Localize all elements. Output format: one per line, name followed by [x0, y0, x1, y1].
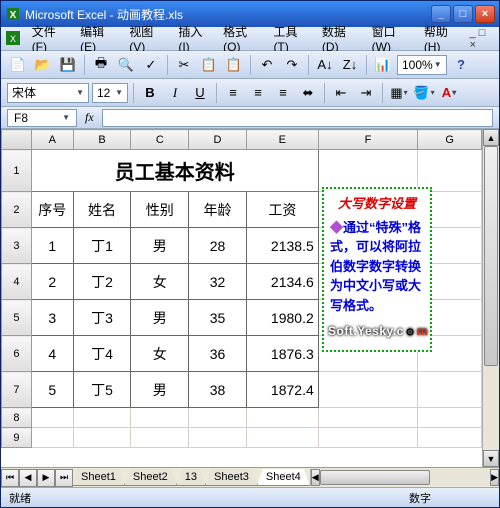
excel-doc-icon: X: [5, 30, 22, 48]
redo-button[interactable]: ↷: [281, 54, 303, 76]
sheet-tab[interactable]: Sheet3: [205, 469, 258, 486]
sort-asc-button[interactable]: A↓: [314, 54, 336, 76]
tip-body: ◆通过“特殊”格式，可以将阿拉伯数字数字转换为中文小写或大写格式。: [330, 218, 424, 316]
tab-first-button[interactable]: ⏮: [1, 469, 19, 487]
zoom-select[interactable]: 100%▼: [397, 55, 447, 75]
formula-bar[interactable]: [102, 109, 493, 127]
vertical-scrollbar[interactable]: ▲ ▼: [482, 129, 499, 467]
col-header[interactable]: D: [189, 130, 247, 150]
fill-color-button[interactable]: 🪣▾: [413, 82, 435, 104]
svg-text:X: X: [10, 34, 16, 44]
close-button[interactable]: ×: [475, 5, 495, 23]
row-header[interactable]: 7: [2, 372, 32, 408]
font-name-select[interactable]: 宋体▼: [7, 83, 89, 103]
scroll-thumb[interactable]: [484, 146, 498, 366]
font-color-button[interactable]: A▾: [438, 82, 460, 104]
indent-dec-button[interactable]: ⇤: [330, 82, 352, 104]
row-header[interactable]: 6: [2, 336, 32, 372]
paste-button[interactable]: 📋: [223, 54, 245, 76]
spell-button[interactable]: ✓: [140, 54, 162, 76]
tab-prev-button[interactable]: ◀: [19, 469, 37, 487]
help-button[interactable]: ?: [450, 54, 472, 76]
scroll-down-button[interactable]: ▼: [483, 450, 499, 467]
merge-button[interactable]: ⬌: [297, 82, 319, 104]
tab-next-button[interactable]: ▶: [37, 469, 55, 487]
scroll-right-button[interactable]: ▶: [490, 469, 499, 486]
col-header[interactable]: E: [246, 130, 318, 150]
formula-bar-row: F8▼ fx: [1, 107, 499, 129]
fx-button[interactable]: fx: [81, 110, 98, 125]
scroll-left-button[interactable]: ◀: [311, 469, 320, 486]
new-button[interactable]: 📄: [7, 54, 29, 76]
worksheet-area: A B C D E F G 1 员工基本资料 2 序号 姓名 性别: [1, 129, 499, 467]
col-header[interactable]: B: [73, 130, 131, 150]
horizontal-scrollbar[interactable]: ◀ ▶: [310, 469, 499, 486]
watermark: Soft.Yesky.c⊙m: [328, 324, 428, 339]
open-button[interactable]: 📂: [32, 54, 54, 76]
status-right: 数字: [409, 490, 491, 506]
sheet-tab-active[interactable]: Sheet4: [257, 469, 310, 486]
underline-button[interactable]: U: [189, 82, 211, 104]
bold-button[interactable]: B: [139, 82, 161, 104]
name-box[interactable]: F8▼: [7, 109, 77, 127]
svg-text:X: X: [10, 10, 17, 21]
undo-button[interactable]: ↶: [256, 54, 278, 76]
select-all-corner[interactable]: [2, 130, 32, 150]
align-left-button[interactable]: ≡: [222, 82, 244, 104]
tab-last-button[interactable]: ⏭: [55, 469, 73, 487]
app-icon: X: [5, 6, 21, 22]
italic-button[interactable]: I: [164, 82, 186, 104]
sheet-tabs-bar: ⏮ ◀ ▶ ⏭ Sheet1 Sheet2 13 Sheet3 Sheet4 ◀…: [1, 467, 499, 487]
font-size-select[interactable]: 12▼: [92, 83, 128, 103]
row-header[interactable]: 3: [2, 228, 32, 264]
save-button[interactable]: 💾: [57, 54, 79, 76]
cell-title[interactable]: 员工基本资料: [31, 150, 318, 192]
standard-toolbar: 📄 📂 💾 🖶 🔍 ✓ ✂ 📋 📋 ↶ ↷ A↓ Z↓ 📊 100%▼ ?: [1, 51, 499, 79]
preview-button[interactable]: 🔍: [115, 54, 137, 76]
row-header[interactable]: 8: [2, 408, 32, 428]
cut-button[interactable]: ✂: [173, 54, 195, 76]
sort-desc-button[interactable]: Z↓: [339, 54, 361, 76]
align-center-button[interactable]: ≡: [247, 82, 269, 104]
col-header[interactable]: A: [31, 130, 73, 150]
col-header[interactable]: C: [131, 130, 189, 150]
row-header[interactable]: 5: [2, 300, 32, 336]
indent-inc-button[interactable]: ⇥: [355, 82, 377, 104]
doc-close-button[interactable]: _ □ ×: [468, 27, 495, 51]
chart-button[interactable]: 📊: [372, 54, 394, 76]
sheet-tab[interactable]: 13: [176, 469, 206, 486]
row-header[interactable]: 1: [2, 150, 32, 192]
scroll-up-button[interactable]: ▲: [483, 129, 499, 146]
window-title: Microsoft Excel - 动画教程.xls: [21, 6, 431, 23]
menu-bar: X 文件(F) 编辑(E) 视图(V) 插入(I) 格式(O) 工具(T) 数据…: [1, 27, 499, 51]
print-button[interactable]: 🖶: [90, 54, 112, 76]
copy-button[interactable]: 📋: [198, 54, 220, 76]
status-bar: 就绪 数字: [1, 487, 499, 507]
row-header[interactable]: 2: [2, 192, 32, 228]
col-header[interactable]: F: [318, 130, 417, 150]
scroll-thumb[interactable]: [320, 470, 430, 485]
row-header[interactable]: 4: [2, 264, 32, 300]
align-right-button[interactable]: ≡: [272, 82, 294, 104]
col-header[interactable]: G: [418, 130, 482, 150]
sheet-tab[interactable]: Sheet2: [124, 469, 177, 486]
borders-button[interactable]: ▦▾: [388, 82, 410, 104]
formatting-toolbar: 宋体▼ 12▼ B I U ≡ ≡ ≡ ⬌ ⇤ ⇥ ▦▾ 🪣▾ A▾: [1, 79, 499, 107]
tip-title: 大写数字设置: [330, 194, 424, 214]
row-header[interactable]: 9: [2, 428, 32, 448]
status-left: 就绪: [9, 490, 31, 506]
sheet-tab[interactable]: Sheet1: [72, 469, 125, 486]
excel-window: X Microsoft Excel - 动画教程.xls _ □ × X 文件(…: [0, 0, 500, 508]
